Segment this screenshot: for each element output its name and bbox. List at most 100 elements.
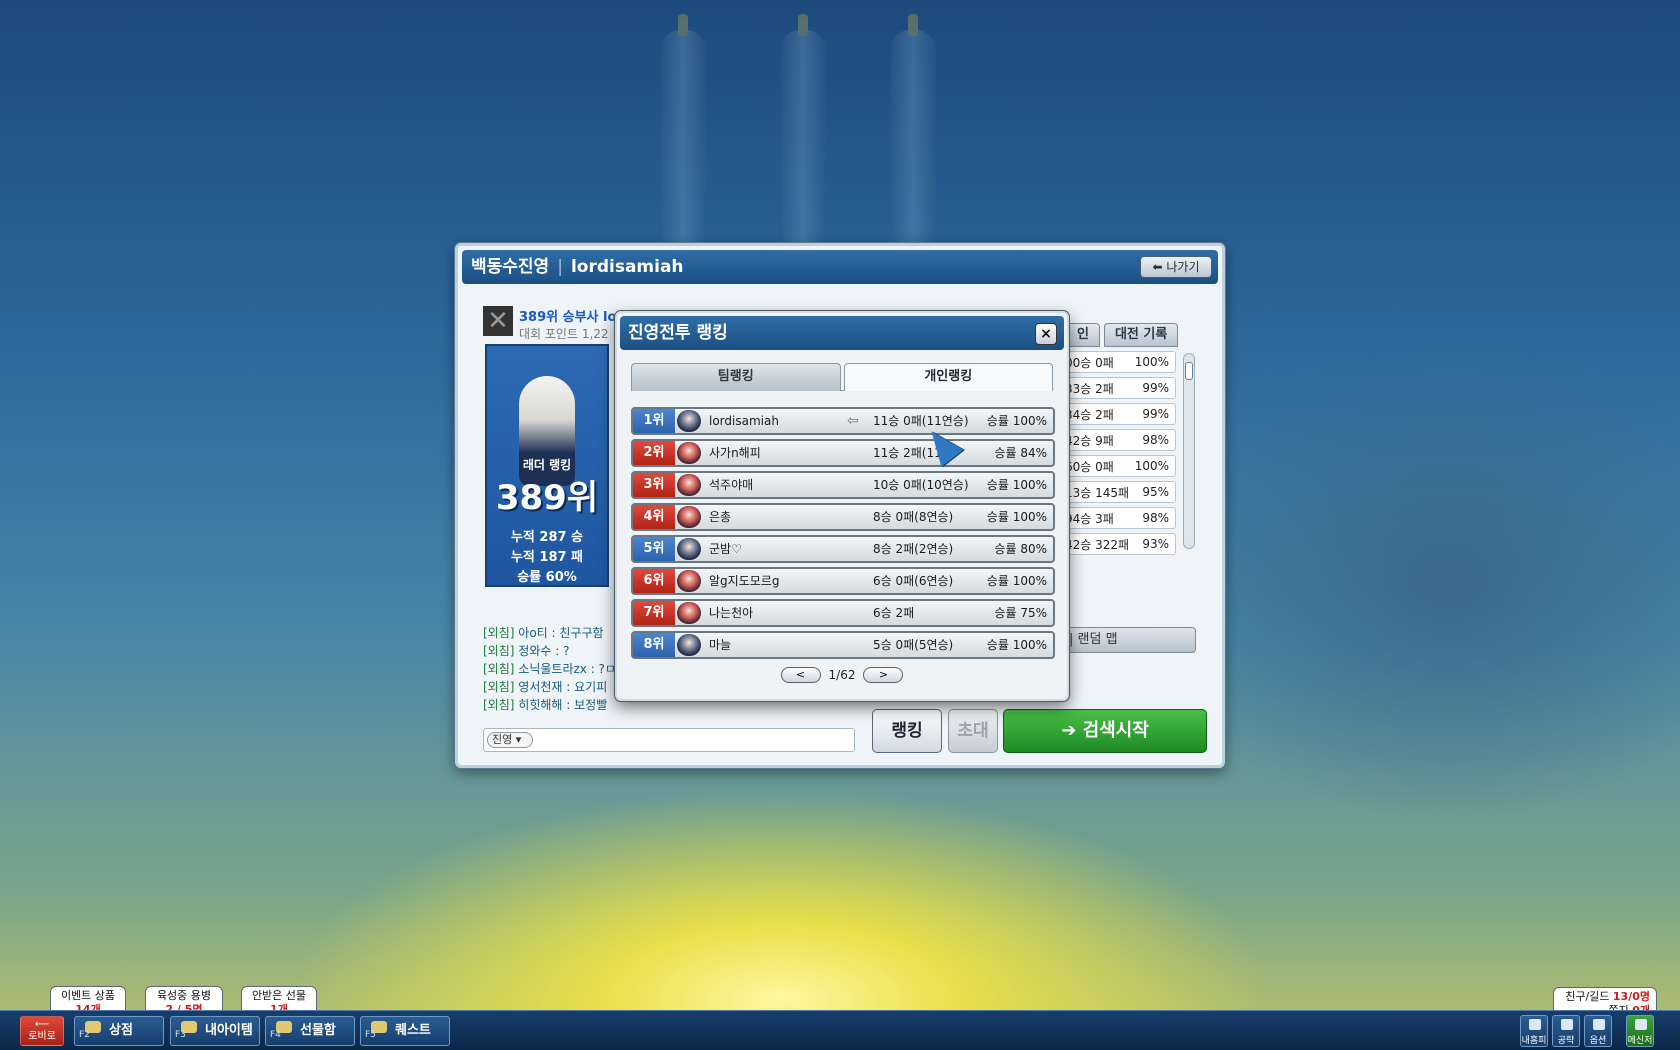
player-record: 11승 0패(11연승) (873, 414, 969, 428)
player-record: 10승 0패(10연승) (873, 478, 969, 492)
table-row[interactable]: 7위 나는천아 6승 2패 승률 75% (631, 599, 1055, 627)
exit-button[interactable]: ⬅ 나가기 (1140, 256, 1212, 278)
ladder-rank-value: 389위 (495, 478, 599, 518)
homepage-button[interactable]: 내홈피 (1520, 1015, 1548, 1047)
player-record: 8승 0패(8연승) (873, 510, 954, 524)
player-win-rate: 승률 100% (986, 638, 1047, 652)
lobby-button[interactable]: ⟵ 로비로 (20, 1016, 64, 1046)
list-item[interactable]: 42승 9패 98% (1058, 429, 1176, 451)
player-win-rate: 승률 80% (994, 542, 1047, 556)
ranking-popup: 진영전투 랭킹 × 팀랭킹 개인랭킹 1위 lordisamiah ⇦ 11승 … (615, 311, 1069, 701)
quest-button[interactable]: F5 퀘스트 (360, 1016, 450, 1046)
player-record: 6승 0패(6연승) (873, 574, 954, 588)
user-name: lordisamiah (570, 257, 684, 277)
player-name: 나는천아 (709, 606, 754, 620)
rank-emblem-icon: ✕ (483, 306, 513, 336)
rank-badge: 6위 (633, 569, 675, 593)
list-item[interactable]: 33승 2패 99% (1058, 377, 1176, 399)
table-row[interactable]: 5위 군밤♡ 8승 2패(2연승) 승률 80% (631, 535, 1055, 563)
list-item[interactable]: 60승 0패 100% (1058, 455, 1176, 477)
player-win-rate: 승률 75% (994, 606, 1047, 620)
avatar (677, 570, 701, 592)
avatar (677, 634, 701, 656)
avatar (677, 506, 701, 528)
bottom-taskbar: ⟵ 로비로 F2 상점 F3 내아이템 F4 선물함 F5 퀘스트 내홈피 공략 옵션 … (0, 1010, 1680, 1050)
camp-name: 백동수진영 (471, 257, 550, 277)
my-rank-arrow-icon: ⇦ (847, 413, 859, 429)
gift-box-button[interactable]: F4 선물함 (265, 1016, 355, 1046)
list-item[interactable]: 34승 2패 99% (1058, 403, 1176, 425)
title-separator: | (557, 257, 563, 277)
table-row[interactable]: 4위 은총 8승 0패(8연승) 승률 100% (631, 503, 1055, 531)
list-item[interactable]: 00승 0패 100% (1058, 351, 1176, 373)
rank-badge: 3위 (633, 473, 675, 497)
player-win-rate: 승률 100% (986, 414, 1047, 428)
player-name: 사가n해피 (709, 446, 761, 460)
close-icon[interactable]: × (1035, 323, 1057, 345)
popup-title: 진영전투 랭킹 (620, 316, 1064, 350)
rank-badge: 5위 (633, 537, 675, 561)
list-item[interactable]: 94승 3패 98% (1058, 507, 1176, 529)
table-row[interactable]: 3위 석주야매 10승 0패(10연승) 승률 100% (631, 471, 1055, 499)
player-record: 6승 2패 (873, 606, 915, 620)
tab-individual-ranking[interactable]: 개인랭킹 (843, 363, 1053, 391)
rank-badge: 4위 (633, 505, 675, 529)
tab-team-ranking[interactable]: 팀랭킹 (631, 363, 841, 391)
character-card[interactable]: 래더 랭킹 389위 누적 287 승 누적 187 패 승률 60% (485, 344, 609, 587)
arrow-right-icon: ➔ (1061, 720, 1077, 741)
list-item[interactable]: 42승 322패 93% (1058, 533, 1176, 555)
start-search-button[interactable]: ➔ 검색시작 (1003, 709, 1207, 753)
map-selector[interactable]: | 랜덤 맵 (1058, 627, 1196, 653)
total-wins: 누적 287 승 (510, 530, 584, 545)
messenger-button[interactable]: 메신저 (1626, 1015, 1654, 1047)
stats-scrollbar[interactable] (1183, 353, 1195, 549)
scrollbar-thumb[interactable] (1185, 362, 1193, 380)
player-win-rate: 승률 100% (986, 478, 1047, 492)
avatar (677, 442, 701, 464)
avatar (677, 538, 701, 560)
next-page-button[interactable]: > (863, 667, 904, 683)
table-row[interactable]: 6위 알g지도모르g 6승 0패(6연승) 승률 100% (631, 567, 1055, 595)
stats-list: 00승 0패 100% 33승 2패 99% 34승 2패 99% 42승 9패 98%… (1058, 351, 1176, 559)
pagination: < 1/62 > (617, 667, 1067, 683)
table-row[interactable]: 8위 마늘 5승 0패(5연승) 승률 100% (631, 631, 1055, 659)
chevron-down-icon: ▾ (515, 733, 522, 746)
player-win-rate: 승률 84% (994, 446, 1047, 460)
prev-page-button[interactable]: < (780, 667, 821, 683)
ranking-tabs: 팀랭킹 개인랭킹 (631, 363, 1053, 391)
list-item[interactable]: 13승 145패 95% (1058, 481, 1176, 503)
right-tabs: 인 대전 기록 (1066, 323, 1179, 347)
table-row[interactable]: 2위 사가n해피 11승 2패(11 승률 84% (631, 439, 1055, 467)
start-search-label: 검색시작 (1082, 720, 1149, 741)
player-name: 은총 (709, 510, 732, 524)
total-losses: 누적 187 패 (510, 550, 584, 565)
tab-match-history[interactable]: 대전 기록 (1103, 323, 1179, 347)
player-record: 5승 0패(5연승) (873, 638, 954, 652)
shop-button[interactable]: F2 상점 (74, 1016, 164, 1046)
player-name: 석주야매 (709, 478, 754, 492)
ranking-list: 1위 lordisamiah ⇦ 11승 0패(11연승) 승률 100% 2위… (631, 407, 1055, 663)
avatar (677, 410, 701, 432)
back-arrow-icon: ⟵ (34, 1019, 50, 1030)
room-title-bar: 백동수진영 | lordisamiah (462, 250, 1218, 284)
avatar (677, 602, 701, 624)
chat-channel-select[interactable]: 진영 ▾ (487, 732, 533, 748)
table-row[interactable]: 1위 lordisamiah ⇦ 11승 0패(11연승) 승률 100% (631, 407, 1055, 435)
invite-button[interactable]: 초대 (948, 709, 998, 753)
my-items-button[interactable]: F3 내아이템 (170, 1016, 260, 1046)
ranking-button[interactable]: 랭킹 (872, 709, 942, 753)
player-name: 마늘 (709, 638, 732, 652)
guide-button[interactable]: 공략 (1552, 1015, 1580, 1047)
chat-input[interactable]: 진영 ▾ (483, 728, 855, 752)
player-name: 군밤♡ (709, 542, 742, 556)
back-arrow-icon: ⬅ (1152, 260, 1163, 274)
player-record: 8승 2패(2연승) (873, 542, 954, 556)
options-button[interactable]: 옵션 (1584, 1015, 1612, 1047)
player-name: lordisamiah (709, 414, 779, 428)
tab-partial[interactable]: 인 (1066, 323, 1100, 347)
player-win-rate: 승률 100% (986, 574, 1047, 588)
rank-badge: 2위 (633, 441, 675, 465)
avatar (677, 474, 701, 496)
exit-label: 나가기 (1166, 260, 1200, 274)
player-name: 알g지도모르g (709, 574, 780, 588)
